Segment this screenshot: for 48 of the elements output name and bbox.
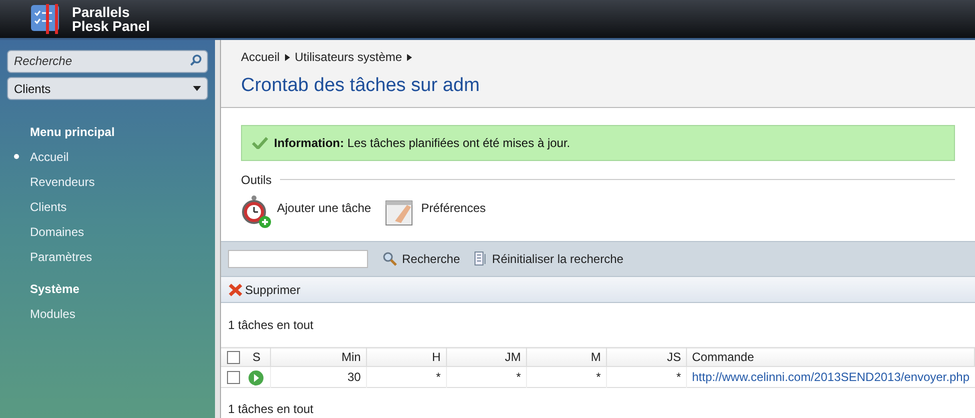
column-header[interactable]: H bbox=[366, 348, 446, 366]
section-heading: Outils bbox=[241, 172, 272, 188]
caret-icon bbox=[193, 86, 201, 91]
search-field[interactable]: Recherche bbox=[7, 50, 208, 72]
page-title: Crontab des tâches sur adm bbox=[241, 74, 481, 98]
info-text: Information: Les tâches planifiées ont été mises à jour. bbox=[274, 134, 570, 152]
checkbox[interactable] bbox=[227, 350, 240, 364]
table-cell: 30 bbox=[347, 370, 361, 384]
bullet-icon bbox=[14, 154, 19, 159]
column-header[interactable]: M bbox=[526, 348, 606, 366]
close-icon bbox=[228, 282, 243, 297]
menu-item[interactable]: Clients bbox=[7, 194, 208, 219]
tool-button[interactable]: Ajouter une tâche bbox=[241, 194, 372, 232]
document-icon bbox=[474, 251, 488, 266]
table-cell: * bbox=[436, 370, 441, 384]
breadcrumb-link[interactable]: Utilisateurs système bbox=[294, 48, 402, 66]
tool-button[interactable]: Préférences bbox=[385, 194, 486, 232]
arrow-icon bbox=[284, 54, 290, 60]
total-count: 1 tâches en tout bbox=[227, 317, 314, 334]
client-dropdown[interactable]: Clients bbox=[7, 77, 208, 100]
column-header[interactable]: S bbox=[242, 348, 271, 366]
stopwatch-icon bbox=[241, 194, 273, 228]
check-icon bbox=[252, 136, 268, 148]
search-icon bbox=[382, 251, 397, 266]
column-header[interactable]: JM bbox=[446, 348, 526, 366]
breadcrumb-link[interactable]: Accueil bbox=[241, 48, 280, 66]
menu-heading: Système bbox=[29, 281, 80, 298]
search-field[interactable] bbox=[228, 250, 368, 268]
menu-item[interactable]: Accueil bbox=[7, 144, 208, 169]
reset-search-button[interactable]: Réinitialiser la recherche bbox=[474, 250, 624, 268]
total-count: 1 tâches en tout bbox=[227, 401, 314, 418]
brand-name: Plesk Panel bbox=[72, 19, 150, 33]
search-icon bbox=[189, 54, 202, 67]
table-cell: * bbox=[596, 370, 601, 384]
column-header[interactable]: Min bbox=[270, 348, 366, 366]
delete-button[interactable]: Supprimer bbox=[228, 280, 300, 299]
checkbox[interactable] bbox=[227, 370, 240, 384]
table-cell: * bbox=[676, 370, 681, 384]
command-link[interactable]: http://www.celinni.com/2013SEND2013/envoyer.php bbox=[692, 370, 970, 384]
column-header[interactable]: Commande bbox=[686, 348, 974, 366]
menu-item[interactable]: Domaines bbox=[7, 219, 208, 244]
brand-name: Parallels bbox=[72, 5, 131, 19]
column-header[interactable]: JS bbox=[606, 348, 686, 366]
arrow-icon bbox=[407, 54, 412, 60]
search-button[interactable]: Recherche bbox=[382, 250, 460, 268]
table-cell: * bbox=[516, 370, 521, 384]
menu-heading: Menu principal bbox=[29, 124, 116, 141]
menu-item[interactable]: Revendeurs bbox=[7, 169, 208, 194]
